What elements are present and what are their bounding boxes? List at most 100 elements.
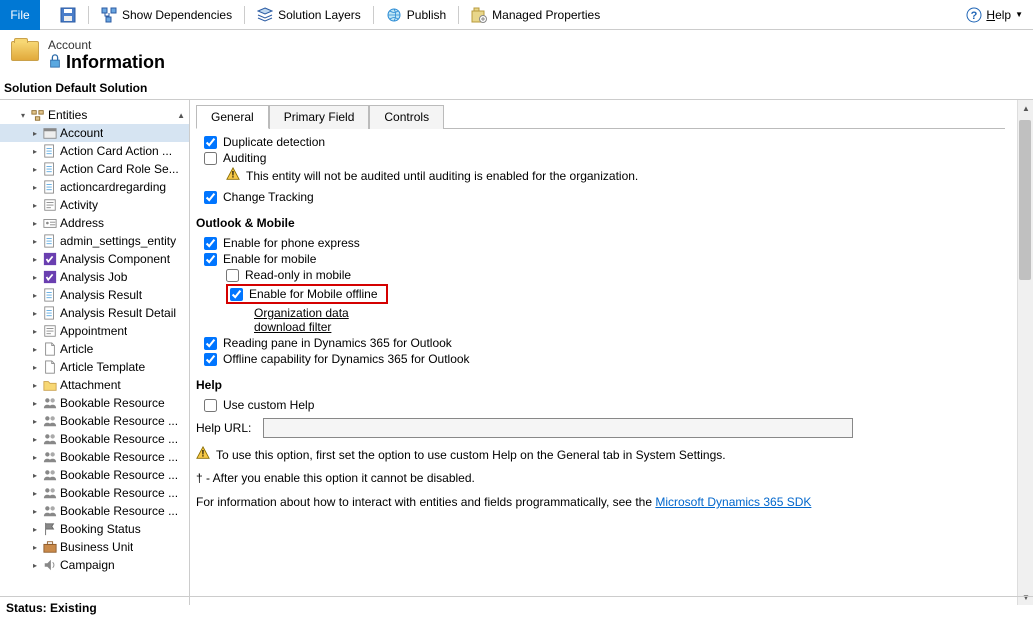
offline-capability-checkbox[interactable] bbox=[204, 353, 217, 366]
expand-icon[interactable]: ▸ bbox=[30, 362, 40, 372]
tree-item[interactable]: ▸Article Template bbox=[0, 358, 189, 376]
tree-item[interactable]: ▸Action Card Action ... bbox=[0, 142, 189, 160]
chevron-down-icon: ▼ bbox=[1015, 10, 1023, 19]
change-tracking-checkbox[interactable] bbox=[204, 191, 217, 204]
tree-item[interactable]: ▸Bookable Resource ... bbox=[0, 430, 189, 448]
expand-icon[interactable]: ▸ bbox=[30, 164, 40, 174]
expand-icon[interactable]: ▸ bbox=[30, 218, 40, 228]
enable-mobile-label: Enable for mobile bbox=[223, 252, 316, 266]
expand-icon[interactable]: ▸ bbox=[30, 254, 40, 264]
tree-item[interactable]: ▸Attachment bbox=[0, 376, 189, 394]
tree-item[interactable]: ▸actioncardregarding bbox=[0, 178, 189, 196]
tree-item[interactable]: ▸Account bbox=[0, 124, 189, 142]
tree-item[interactable]: ▸Bookable Resource ... bbox=[0, 466, 189, 484]
tree-item[interactable]: ▸Analysis Result Detail bbox=[0, 304, 189, 322]
scroll-up-icon[interactable]: ▲ bbox=[1020, 102, 1032, 114]
org-data-download-link[interactable]: Organization datadownload filter bbox=[254, 306, 349, 334]
expand-icon[interactable]: ▸ bbox=[30, 398, 40, 408]
reading-pane-label: Reading pane in Dynamics 365 for Outlook bbox=[223, 336, 452, 350]
tree-item[interactable]: ▸ admin_settings_entity bbox=[0, 232, 189, 250]
card-icon bbox=[43, 216, 57, 230]
expand-icon[interactable]: ▸ bbox=[30, 344, 40, 354]
expand-icon[interactable]: ▸ bbox=[30, 542, 40, 552]
doc-icon bbox=[43, 342, 57, 356]
tree-item-label: Bookable Resource ... bbox=[60, 450, 178, 464]
form-icon bbox=[43, 288, 57, 302]
enable-mobile-offline-checkbox[interactable] bbox=[230, 288, 243, 301]
tree-item-label: Article bbox=[60, 342, 93, 356]
scrollbar-thumb[interactable] bbox=[1019, 120, 1031, 280]
scroll-up-icon[interactable]: ▲ bbox=[177, 111, 189, 120]
tree-item[interactable]: ▸Activity bbox=[0, 196, 189, 214]
expand-icon[interactable]: ▸ bbox=[30, 470, 40, 480]
tree-item-label: Analysis Job bbox=[60, 270, 127, 284]
managed-properties-label: Managed Properties bbox=[492, 8, 600, 22]
tree-item[interactable]: ▸ Address bbox=[0, 214, 189, 232]
tree-root-label: Entities bbox=[48, 108, 87, 122]
expand-icon[interactable]: ▸ bbox=[30, 524, 40, 534]
tree-item-label: admin_settings_entity bbox=[60, 234, 176, 248]
tab-general[interactable]: General bbox=[196, 105, 269, 129]
tree-item[interactable]: ▸ Article bbox=[0, 340, 189, 358]
tab-controls[interactable]: Controls bbox=[369, 105, 444, 129]
collapse-icon[interactable]: ▾ bbox=[18, 110, 28, 120]
expand-icon[interactable]: ▸ bbox=[30, 146, 40, 156]
auditing-checkbox[interactable] bbox=[204, 152, 217, 165]
expand-icon[interactable]: ▸ bbox=[30, 380, 40, 390]
tree-item[interactable]: ▸Campaign bbox=[0, 556, 189, 574]
duplicate-detection-checkbox[interactable] bbox=[204, 136, 217, 149]
expand-icon[interactable]: ▸ bbox=[30, 416, 40, 426]
sdk-link[interactable]: Microsoft Dynamics 365 SDK bbox=[655, 495, 811, 509]
tree-item[interactable]: ▸Bookable Resource ... bbox=[0, 502, 189, 520]
svg-text:?: ? bbox=[971, 10, 978, 22]
tree-pane[interactable]: ▾ Entities ▲ ▸Account▸Action Card Action… bbox=[0, 100, 190, 605]
form-icon bbox=[43, 306, 57, 320]
use-custom-help-checkbox[interactable] bbox=[204, 399, 217, 412]
tree-item[interactable]: ▸Bookable Resource ... bbox=[0, 484, 189, 502]
expand-icon[interactable]: ▸ bbox=[30, 200, 40, 210]
expand-icon[interactable]: ▸ bbox=[30, 308, 40, 318]
file-menu[interactable]: File bbox=[0, 0, 40, 30]
tree-item[interactable]: ▸ Bookable Resource ... bbox=[0, 448, 189, 466]
enable-mobile-checkbox[interactable] bbox=[204, 253, 217, 266]
expand-icon[interactable]: ▸ bbox=[30, 488, 40, 498]
tree-root-entities[interactable]: ▾ Entities ▲ bbox=[0, 106, 189, 124]
expand-icon[interactable]: ▸ bbox=[30, 434, 40, 444]
tree-item[interactable]: ▸Analysis Result bbox=[0, 286, 189, 304]
reading-pane-checkbox[interactable] bbox=[204, 337, 217, 350]
readonly-mobile-label: Read-only in mobile bbox=[245, 268, 351, 282]
tree-item[interactable]: ▸Booking Status bbox=[0, 520, 189, 538]
tree-item[interactable]: ▸Bookable Resource ... bbox=[0, 412, 189, 430]
expand-icon[interactable]: ▸ bbox=[30, 128, 40, 138]
tree-item[interactable]: ▸Appointment bbox=[0, 322, 189, 340]
publish-button[interactable]: Publish bbox=[380, 0, 452, 30]
enable-phone-express-checkbox[interactable] bbox=[204, 237, 217, 250]
expand-icon[interactable]: ▸ bbox=[30, 290, 40, 300]
tree-item[interactable]: ▸ Analysis Job bbox=[0, 268, 189, 286]
expand-icon[interactable]: ▸ bbox=[30, 182, 40, 192]
expand-icon[interactable]: ▸ bbox=[30, 560, 40, 570]
show-dependencies-button[interactable]: Show Dependencies bbox=[95, 0, 238, 30]
scrollbar[interactable]: ▲ ▼ bbox=[1017, 100, 1033, 605]
tab-primary-field[interactable]: Primary Field bbox=[269, 105, 370, 129]
solution-layers-label: Solution Layers bbox=[278, 8, 361, 22]
managed-properties-button[interactable]: Managed Properties bbox=[465, 0, 606, 30]
tree-item[interactable]: ▸Bookable Resource bbox=[0, 394, 189, 412]
tree-item-label: Analysis Component bbox=[60, 252, 170, 266]
expand-icon[interactable]: ▸ bbox=[30, 272, 40, 282]
expand-icon[interactable]: ▸ bbox=[30, 452, 40, 462]
help-url-input bbox=[263, 418, 853, 438]
expand-icon[interactable]: ▸ bbox=[30, 326, 40, 336]
expand-icon[interactable]: ▸ bbox=[30, 506, 40, 516]
tree-item-label: Address bbox=[60, 216, 104, 230]
help-button[interactable]: ? Help ▼ bbox=[966, 7, 1023, 23]
solution-layers-button[interactable]: Solution Layers bbox=[251, 0, 367, 30]
tree-item[interactable]: ▸Action Card Role Se... bbox=[0, 160, 189, 178]
save-button[interactable] bbox=[54, 0, 82, 30]
tree-item[interactable]: ▸Business Unit bbox=[0, 538, 189, 556]
tree-item[interactable]: ▸ Analysis Component bbox=[0, 250, 189, 268]
expand-icon[interactable]: ▸ bbox=[30, 236, 40, 246]
offline-capability-label: Offline capability for Dynamics 365 for … bbox=[223, 352, 470, 366]
people-icon bbox=[43, 468, 57, 482]
readonly-mobile-checkbox[interactable] bbox=[226, 269, 239, 282]
